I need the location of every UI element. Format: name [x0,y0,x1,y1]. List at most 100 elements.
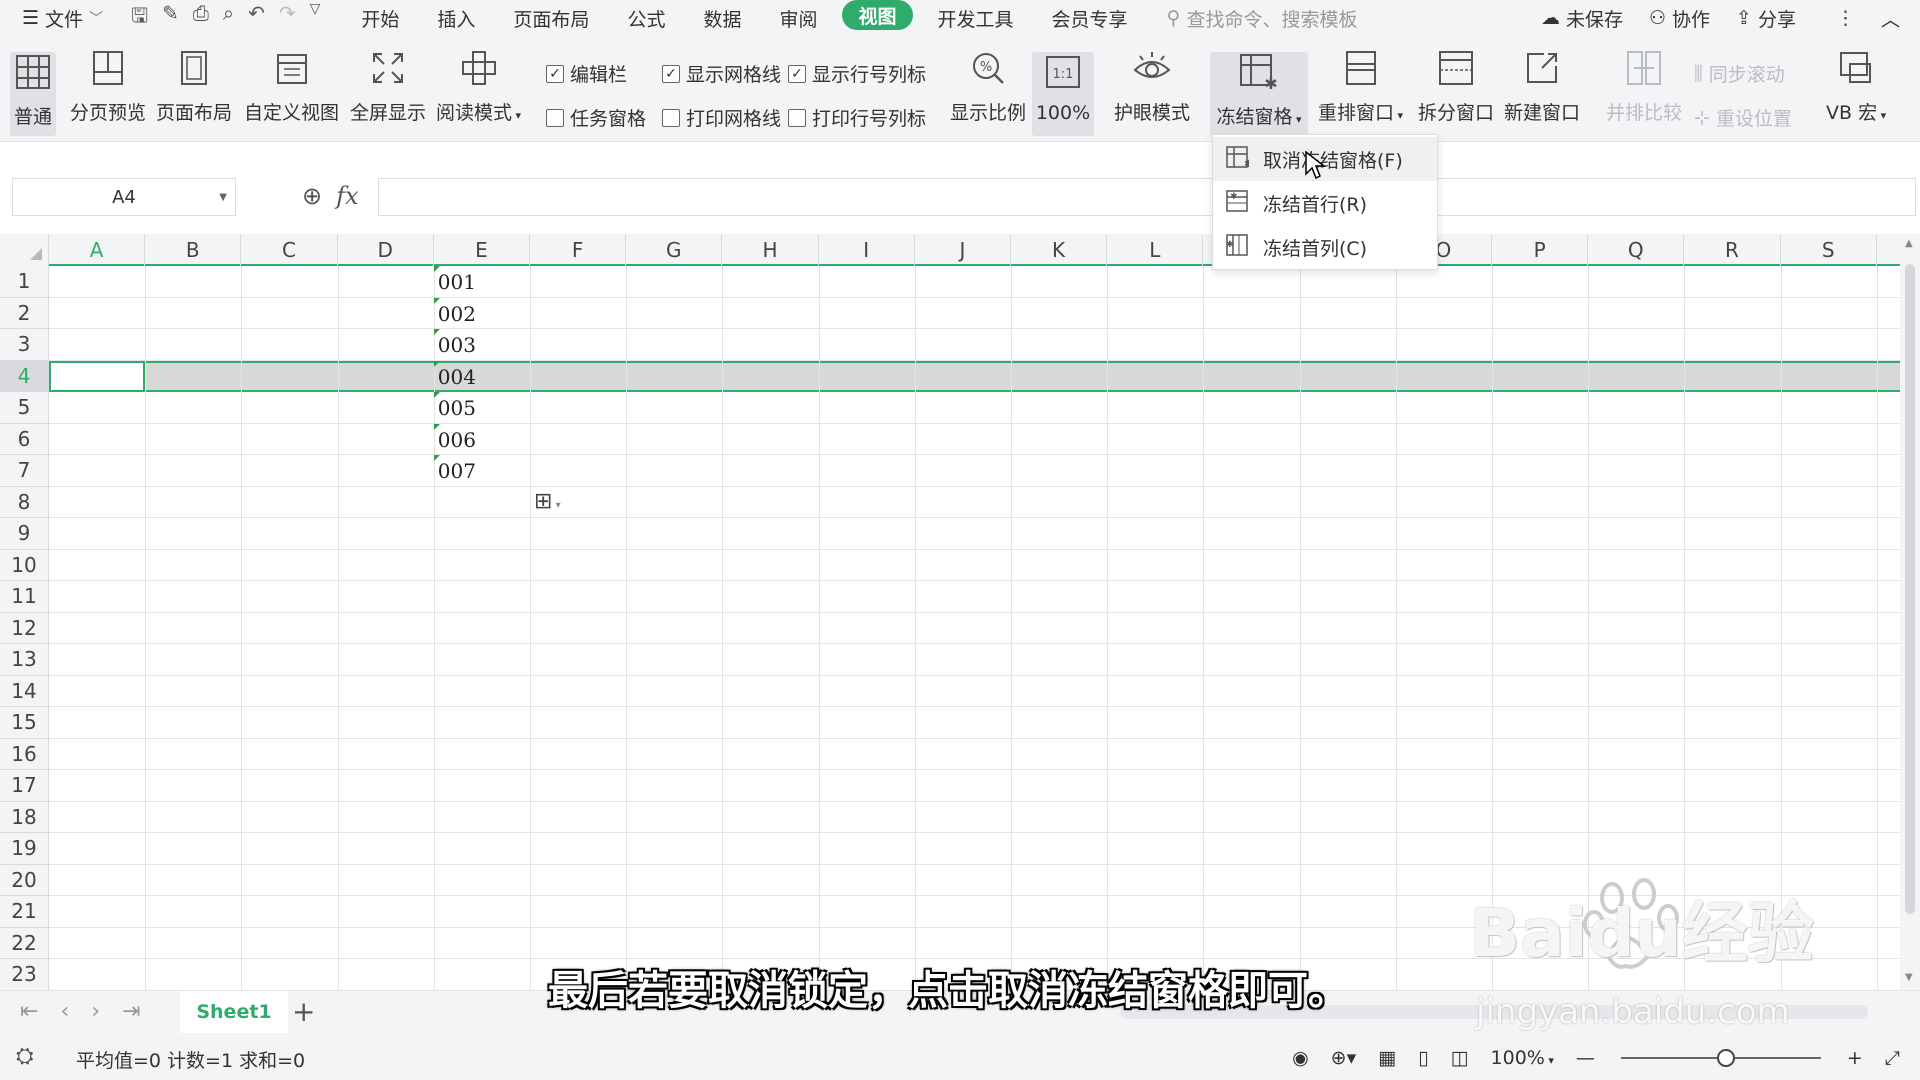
normal-view-button[interactable]: 普通 [10,52,56,136]
normal-view-icon[interactable]: ▦ [1378,1047,1396,1069]
center-view-icon[interactable]: ⊕▾ [1331,1047,1356,1069]
row-header-8[interactable]: 8 [0,486,49,518]
column-header-c[interactable]: C [241,234,338,266]
row-header-4[interactable]: 4 [0,360,49,392]
split-window-button[interactable]: 拆分窗口 [1418,48,1494,125]
file-menu[interactable]: ☰ 文件 ﹀ [22,0,103,36]
unsaved-button[interactable]: ☁ 未保存 [1541,5,1623,32]
freeze-first-row-item[interactable]: ✱ 冻结首行(R) [1213,181,1437,225]
zoom-in-icon[interactable]: + [1847,1047,1863,1069]
tab-data[interactable]: 数据 [684,0,760,36]
cell-e4[interactable]: 004 [433,360,476,389]
task-pane-checkbox[interactable]: 任务窗格 [546,104,646,131]
rearrange-window-button[interactable]: 重排窗口 ▾ [1318,48,1403,125]
prev-sheet-icon[interactable]: ‹ [60,999,69,1024]
reading-mode-button[interactable]: 阅读模式 ▾ [436,48,521,125]
row-header-16[interactable]: 16 [0,738,49,770]
row-header-13[interactable]: 13 [0,644,49,676]
column-header-k[interactable]: K [1011,234,1108,266]
row-header-18[interactable]: 18 [0,801,49,833]
format-painter-icon[interactable]: ✎ [162,1,179,35]
cell-e7[interactable]: 007 [433,455,476,483]
zoom-ratio-button[interactable]: % 显示比例 [950,48,1026,125]
next-sheet-icon[interactable]: › [91,999,100,1024]
custom-view-button[interactable]: 自定义视图 [244,48,339,125]
active-cell[interactable] [49,360,146,392]
zoom-slider[interactable] [1620,1049,1821,1067]
row-header-17[interactable]: 17 [0,770,49,802]
freeze-panes-button[interactable]: ✱ 冻结窗格 ▾ [1210,52,1308,136]
tab-developer[interactable]: 开发工具 [919,0,1033,36]
row-header-22[interactable]: 22 [0,927,49,959]
show-headers-checkbox[interactable]: ✓ 显示行号列标 [788,60,926,87]
column-header-q[interactable]: Q [1588,234,1685,266]
row-header-1[interactable]: 1 [0,266,49,298]
row-header-7[interactable]: 7 [0,455,49,487]
undo-icon[interactable]: ↶ [248,1,265,35]
row-header-21[interactable]: 21 [0,896,49,928]
tab-page-layout[interactable]: 页面布局 [494,0,608,36]
vertical-scrollbar[interactable]: ▲ ▼ [1900,234,1920,990]
scroll-up-icon[interactable]: ▲ [1905,238,1913,249]
row-header-9[interactable]: 9 [0,518,49,550]
column-header-a[interactable]: A [49,234,146,266]
column-header-g[interactable]: G [626,234,723,266]
vb-macro-button[interactable]: VB 宏 ▾ [1826,48,1886,125]
tab-insert[interactable]: 插入 [418,0,494,36]
name-box[interactable]: A4 ▼ [12,178,236,216]
column-header-j[interactable]: J [915,234,1011,266]
tab-home[interactable]: 开始 [342,0,418,36]
print-headers-checkbox[interactable]: 打印行号列标 [788,104,926,131]
print-preview-icon[interactable]: ⌕ [223,1,234,35]
new-window-button[interactable]: 新建窗口 [1504,48,1580,125]
row-header-11[interactable]: 11 [0,581,49,613]
page-break-preview-button[interactable]: 分页预览 [70,48,146,125]
function-icon[interactable]: fx [336,182,358,210]
cell-e3[interactable]: 003 [433,329,476,357]
row-header-6[interactable]: 6 [0,423,49,455]
collab-button[interactable]: ⚇ 协作 [1649,5,1710,32]
zoom-100-button[interactable]: 1:1 100% [1032,52,1094,136]
show-gridlines-checkbox[interactable]: ✓ 显示网格线 [662,60,781,87]
eye-protection-icon[interactable]: ◉ [1292,1047,1309,1069]
column-header-i[interactable]: I [819,234,915,266]
chevron-down-icon[interactable]: ▼ [219,192,227,203]
scrollbar-thumb[interactable] [1905,264,1915,914]
print-icon[interactable]: ⎙ [193,1,209,35]
zoom-slider-knob[interactable] [1716,1049,1735,1067]
more-icon[interactable]: ⋮ [1836,7,1855,29]
cell-e1[interactable]: 001 [433,266,476,294]
last-sheet-icon[interactable]: ⇥ [122,999,140,1024]
first-sheet-icon[interactable]: ⇤ [20,999,38,1024]
row-header-3[interactable]: 3 [0,329,49,361]
customize-toolbar-icon[interactable]: ▽ [310,1,321,35]
row-header-20[interactable]: 20 [0,864,49,896]
row-header-23[interactable]: 23 [0,959,49,990]
column-header-b[interactable]: B [145,234,242,266]
sheet-tab[interactable]: Sheet1 [180,991,288,1033]
column-header-h[interactable]: H [722,234,819,266]
edit-bar-checkbox[interactable]: ✓ 编辑栏 [546,60,627,87]
fit-screen-icon[interactable]: ⤢ [1885,1047,1900,1069]
redo-icon[interactable]: ↷ [279,1,296,35]
scroll-down-icon[interactable]: ▼ [1905,972,1913,983]
command-search[interactable]: ⚲ 查找命令、搜索模板 [1167,5,1358,32]
column-header-r[interactable]: R [1684,234,1781,266]
share-button[interactable]: ⇪ 分享 [1736,5,1796,32]
row-header-2[interactable]: 2 [0,297,49,329]
tab-review[interactable]: 审阅 [760,0,836,36]
freeze-first-column-item[interactable]: ✱ 冻结首列(C) [1213,225,1437,269]
select-all-corner[interactable] [0,234,49,266]
column-header-f[interactable]: F [530,234,627,266]
column-header-l[interactable]: L [1107,234,1204,266]
tab-view[interactable]: 视图 [842,0,913,30]
macro-record-icon[interactable]: ⛭ [16,1044,34,1069]
page-layout-view-button[interactable]: 页面布局 [156,48,232,125]
page-break-view-icon[interactable]: ◫ [1451,1047,1469,1069]
tab-member[interactable]: 会员专享 [1033,0,1147,36]
add-sheet-icon[interactable]: + [292,995,315,1028]
tab-formulas[interactable]: 公式 [608,0,684,36]
cell-e5[interactable]: 005 [433,392,476,420]
formula-input[interactable] [378,178,1916,216]
row-header-15[interactable]: 15 [0,707,49,739]
